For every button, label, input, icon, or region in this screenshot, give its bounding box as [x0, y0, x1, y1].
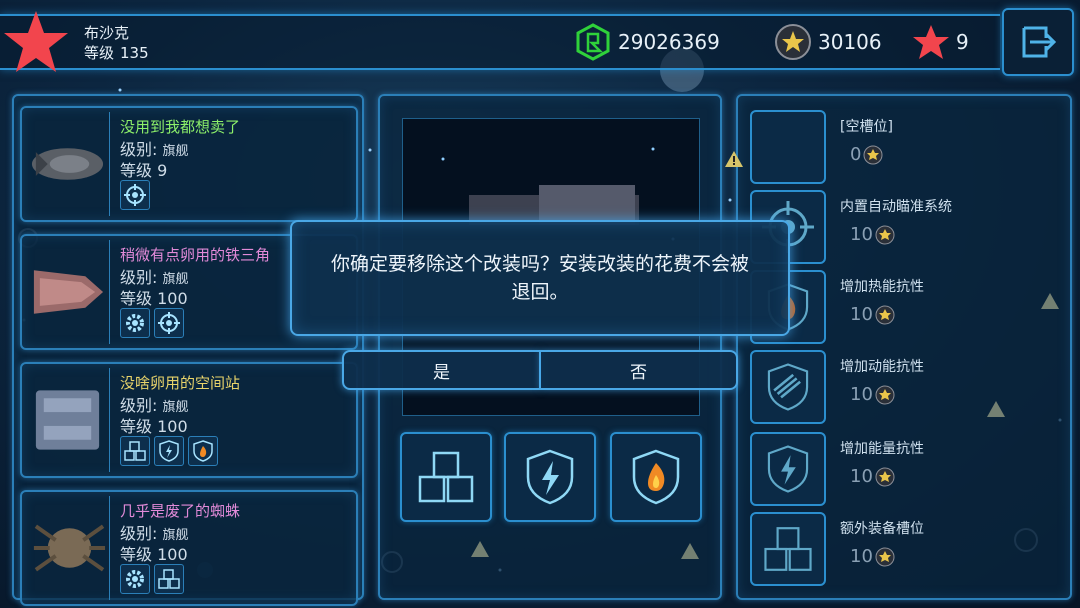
- gold-star-coin-icon: [875, 385, 895, 404]
- upgrade-cost: 10: [850, 304, 895, 325]
- dialog-buttons: 是 否: [342, 350, 738, 390]
- upgrade-row-extra-slot[interactable]: 额外装备槽位 10: [750, 512, 1066, 588]
- upgrade-row-energy[interactable]: 增加能量抗性 10: [750, 432, 1066, 508]
- gold-star-coin-icon: [875, 305, 895, 324]
- ship-name: 没啥卵用的空间站: [120, 374, 241, 392]
- ship-preview-panel: [378, 94, 722, 600]
- lightning-shield-icon: [526, 449, 574, 505]
- rank-star-icon: [4, 11, 68, 72]
- cubes-icon: [120, 436, 150, 466]
- ship-class: 级别: 旗舰: [120, 140, 189, 159]
- cubes-icon: [418, 451, 474, 503]
- coin-count: 30106: [818, 30, 882, 54]
- player-level-value: 135: [120, 44, 149, 62]
- crosshair-icon: [120, 180, 150, 210]
- empty-slot-icon: [750, 110, 826, 184]
- upgrade-row-auto-aim[interactable]: 内置自动瞄准系统 10: [750, 190, 1066, 266]
- warning-icon: [471, 541, 489, 557]
- ship-mods: [120, 180, 356, 210]
- upgrade-cost: 10: [850, 546, 895, 567]
- ship-thumbnail: [33, 240, 110, 344]
- upgrade-name: 增加动能抗性: [840, 359, 924, 375]
- lightning-shield-icon: [154, 436, 184, 466]
- dialog-message: 你确定要移除这个改装吗？安装改装的花费不会被退回。: [330, 253, 749, 303]
- confirm-dialog: 你确定要移除这个改装吗？安装改装的花费不会被退回。: [290, 220, 790, 336]
- red-star-icon: [913, 25, 949, 59]
- exit-icon: [1022, 26, 1057, 58]
- cubes-icon: [750, 512, 826, 586]
- fire-shield-icon: [632, 449, 680, 505]
- kinetic-shield-icon: [750, 350, 826, 424]
- ship-mods: [120, 436, 356, 466]
- crosshair-icon: [154, 308, 184, 338]
- upgrade-cost: 10: [850, 466, 895, 487]
- gold-star-coin-icon: [863, 145, 883, 164]
- upgrade-row-kinetic[interactable]: 增加动能抗性 10: [750, 350, 1066, 426]
- ship-thumbnail: [33, 496, 110, 600]
- warning-icon: [681, 543, 699, 559]
- gear-icon: [120, 308, 150, 338]
- player-level: 等级 135: [84, 44, 149, 62]
- upgrade-cost: 0: [850, 144, 883, 165]
- ship-thumbnail: [31, 112, 110, 216]
- ship-card[interactable]: 几乎是废了的蜘蛛 级别: 旗舰 等级 100: [20, 490, 358, 606]
- upgrade-row-empty-slot[interactable]: [空槽位] 0: [750, 110, 1066, 186]
- ship-mods: [120, 564, 356, 594]
- ship-level: 等级 100: [120, 545, 188, 564]
- warning-icon: [1041, 293, 1059, 309]
- ship-level: 等级 100: [120, 417, 188, 436]
- confirm-yes-button[interactable]: 是: [342, 350, 541, 390]
- gold-star-coin-icon: [775, 24, 811, 60]
- exit-button[interactable]: [1002, 8, 1074, 76]
- mod-slot-lightning-shield[interactable]: [504, 432, 596, 522]
- star-resource: 9: [912, 22, 969, 62]
- upgrade-cost: 10: [850, 384, 895, 405]
- cubes-icon: [154, 564, 184, 594]
- player-name: 布沙克: [84, 24, 130, 42]
- ship-name: 几乎是废了的蜘蛛: [120, 502, 241, 520]
- star-count: 9: [956, 30, 969, 54]
- mod-slot-fire-shield[interactable]: [610, 432, 702, 522]
- upgrade-name: 内置自动瞄准系统: [840, 199, 952, 215]
- fire-shield-icon: [188, 436, 218, 466]
- upgrade-row-thermal[interactable]: 增加热能抗性 10: [750, 270, 1066, 346]
- ship-class: 级别: 旗舰: [120, 524, 189, 543]
- ship-card[interactable]: 没啥卵用的空间站 级别: 旗舰 等级 100: [20, 362, 358, 478]
- warning-icon: [725, 151, 743, 167]
- gear-icon: [120, 564, 150, 594]
- mod-slot-cubes[interactable]: [400, 432, 492, 522]
- gold-star-coin-icon: [875, 225, 895, 244]
- crystal-resource: 29026369: [574, 22, 720, 62]
- lightning-shield-icon: [750, 432, 826, 506]
- confirm-no-button[interactable]: 否: [541, 350, 738, 390]
- green-crystal-icon: [576, 23, 610, 61]
- gold-star-coin-icon: [875, 467, 895, 486]
- crystal-count: 29026369: [618, 30, 720, 54]
- ship-thumbnail: [35, 368, 110, 472]
- upgrade-name: 增加热能抗性: [840, 279, 924, 295]
- ship-name: 没用到我都想卖了: [120, 118, 241, 136]
- ship-level: 等级 9: [120, 161, 168, 180]
- upgrade-name: [空槽位]: [840, 119, 893, 135]
- upgrade-name: 增加能量抗性: [840, 441, 924, 457]
- ship-class: 级别: 旗舰: [120, 396, 189, 415]
- top-bar: 布沙克 等级 135 29026369 30106 9: [0, 0, 1080, 82]
- warning-icon: [987, 401, 1005, 417]
- upgrade-cost: 10: [850, 224, 895, 245]
- gold-star-coin-icon: [875, 547, 895, 566]
- ship-card[interactable]: 没用到我都想卖了 级别: 旗舰 等级 9: [20, 106, 358, 222]
- coin-resource: 30106: [774, 22, 882, 62]
- upgrade-name: 额外装备槽位: [840, 521, 924, 537]
